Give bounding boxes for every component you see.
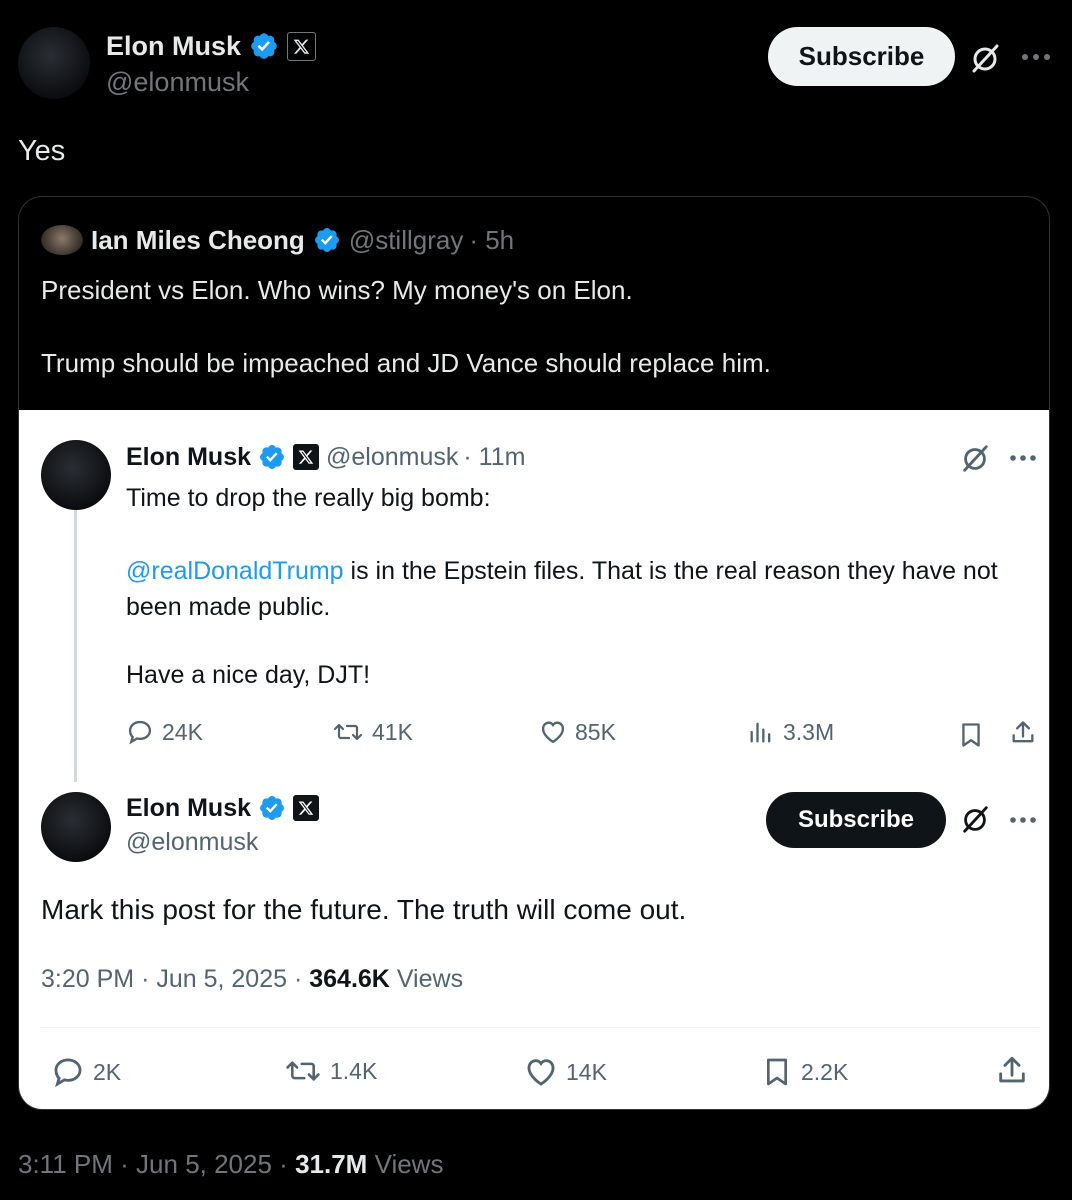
divider: [41, 1027, 1039, 1028]
views-count: 3.3M: [783, 718, 835, 745]
verified-badge-icon: [260, 445, 284, 469]
thread-text-2: Mark this post for the future. The truth…: [41, 894, 687, 925]
grok-icon: [959, 442, 991, 474]
quoted-post-age: · 5h: [469, 224, 515, 255]
grok-icon[interactable]: [968, 41, 1002, 75]
like-icon: [541, 721, 565, 744]
thread-avatar-2: [41, 792, 111, 862]
x-affiliation-badge-icon: [293, 444, 320, 470]
post-date[interactable]: Jun 5, 2025: [136, 1149, 272, 1179]
author-avatar[interactable]: [18, 27, 90, 99]
x-affiliation-badge-icon: [287, 31, 317, 61]
more-options-icon[interactable]: [1021, 52, 1051, 62]
reply-count: 24K: [162, 718, 203, 745]
subscribe-button[interactable]: Subscribe: [768, 27, 955, 86]
verified-badge-icon: [260, 796, 284, 820]
thread-author-handle-1: @elonmusk: [326, 442, 459, 471]
quoted-post-line1: President vs Elon. Who wins? My money's …: [41, 275, 633, 305]
more-options-icon: [1009, 815, 1037, 825]
views-label: Views: [374, 1149, 444, 1179]
post-footer: 3:11 PM · Jun 5, 2025 · 31.7M Views: [18, 1149, 443, 1180]
views-count: 364.6K: [309, 965, 390, 993]
subscribe-button-screenshot: Subscribe: [766, 792, 946, 848]
thread-author-handle-2: @elonmusk: [126, 828, 259, 856]
separator: ·: [120, 1149, 129, 1179]
bookmark-icon: [957, 720, 985, 750]
thread-2-footer: 3:20 PM · Jun 5, 2025 · 364.6K Views: [41, 965, 463, 994]
bookmark-count: 2.2K: [801, 1058, 849, 1085]
quoted-post-card[interactable]: Ian Miles Cheong @stillgray · 5h Preside…: [18, 196, 1050, 1110]
quoted-author-avatar[interactable]: [41, 225, 83, 255]
separator: ·: [279, 1149, 288, 1179]
like-count: 14K: [566, 1058, 607, 1085]
thread-post-age-1: · 11m: [463, 442, 526, 471]
embedded-screenshot[interactable]: Elon Musk @elonmusk · 11m Time to drop t…: [19, 410, 1049, 1109]
thread-text-1-line3: Have a nice day, DJT!: [126, 661, 371, 689]
post-date: Jun 5, 2025: [156, 965, 288, 993]
reply-icon: [128, 720, 152, 745]
views-icon: [750, 722, 771, 743]
like-icon: [527, 1059, 555, 1086]
mention-link: @realDonaldTrump: [126, 557, 344, 585]
reply-icon: [54, 1058, 82, 1088]
views-label: Views: [396, 965, 464, 993]
repost-count: 41K: [372, 718, 413, 745]
thread-avatar-1: [41, 440, 111, 510]
thread-text-1-line1: Time to drop the really big bomb:: [126, 484, 491, 512]
grok-icon: [959, 803, 991, 835]
share-icon: [1009, 718, 1037, 748]
views-count: 31.7M: [295, 1149, 368, 1179]
quoted-author-handle[interactable]: @stillgray: [349, 225, 464, 256]
post-time[interactable]: 3:11 PM: [18, 1149, 113, 1179]
thread-author-name-1: Elon Musk: [126, 442, 252, 471]
like-count: 85K: [575, 718, 616, 745]
quoted-author-name[interactable]: Ian Miles Cheong: [91, 225, 305, 256]
repost-icon: [333, 723, 363, 741]
repost-count: 1.4K: [330, 1057, 378, 1084]
separator: ·: [141, 965, 150, 993]
x-affiliation-badge-icon: [293, 795, 320, 821]
author-name[interactable]: Elon Musk: [106, 31, 241, 62]
share-icon: [995, 1054, 1029, 1088]
separator: ·: [293, 965, 303, 993]
thread-text-1-body: @realDonaldTrump is in the Epstein files…: [126, 553, 1026, 625]
post-time: 3:20 PM: [41, 965, 135, 993]
verified-badge-icon: [251, 33, 277, 59]
thread-connector-line: [74, 510, 77, 782]
post-text: Yes: [18, 135, 66, 167]
more-options-icon: [1009, 453, 1037, 463]
quoted-post-line2: Trump should be impeached and JD Vance s…: [41, 348, 771, 378]
bookmark-icon: [767, 1058, 787, 1086]
thread-author-name-2: Elon Musk: [126, 793, 252, 822]
reply-count: 2K: [93, 1058, 122, 1085]
repost-icon: [286, 1061, 320, 1081]
verified-badge-icon: [314, 228, 339, 252]
author-handle[interactable]: @elonmusk: [106, 67, 249, 98]
